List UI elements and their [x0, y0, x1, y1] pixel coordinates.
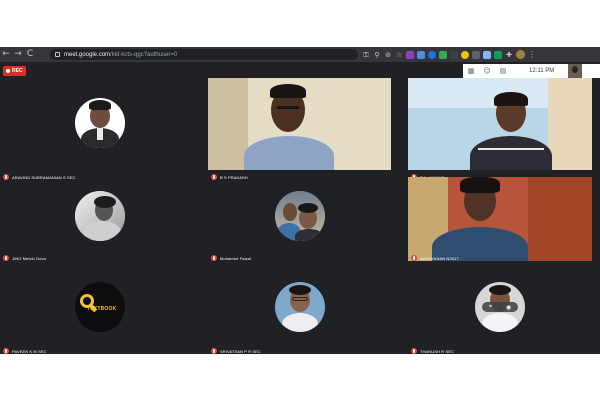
participant-label: JINO Melvin Dova — [3, 255, 46, 261]
participant-avatar — [275, 282, 325, 332]
pin-icon[interactable]: ⌖ — [489, 303, 492, 311]
back-arrow-icon[interactable]: ← — [0, 47, 12, 62]
mic-off-icon — [411, 348, 417, 354]
participant-name: JINO Melvin Dova — [12, 255, 46, 261]
meeting-time: 12:11 PM — [529, 68, 555, 74]
participant-video — [408, 177, 592, 261]
participant-name: THANUSH R SEC — [420, 348, 454, 354]
reload-icon[interactable]: C — [24, 47, 36, 62]
ext-purple-icon[interactable] — [406, 50, 414, 59]
participant-tile[interactable] — [208, 78, 391, 170]
participant-label: THANUSH R SEC — [411, 348, 454, 354]
participant-name: NARAYANAN N2017 — [420, 255, 459, 261]
participant-tile[interactable] — [0, 78, 205, 168]
recording-label: REC — [12, 68, 23, 74]
participant-label: SRIVATSAN P R SEC — [211, 348, 261, 354]
grid-layout-icon[interactable]: ▦ — [463, 64, 479, 78]
participant-avatar — [275, 191, 325, 241]
record-dot-icon — [6, 69, 10, 73]
ext-blue-icon[interactable] — [428, 50, 436, 59]
tile-hover-controls: ⌖ ◉ — [482, 302, 518, 312]
participant-name: PAVEEN K M SEC — [12, 348, 47, 354]
participant-tile[interactable] — [408, 177, 592, 261]
search-icon[interactable]: ⚲ — [373, 51, 381, 59]
participant-tile[interactable] — [408, 78, 592, 170]
participant-name: SRIVATSAN P R SEC — [220, 348, 261, 354]
participant-label: PAVEEN K M SEC — [3, 348, 47, 354]
blocked-icon[interactable]: ⊘ — [384, 51, 392, 59]
ext-calendar-icon[interactable] — [483, 50, 491, 59]
star-icon[interactable]: ☆ — [395, 51, 403, 59]
participant-tile[interactable]: TEXTBOOK — [0, 272, 205, 354]
ext-green-icon[interactable] — [439, 50, 447, 59]
participant-label: Mohamed Faizal — [211, 255, 251, 261]
url-host: meet.google.com — [64, 51, 111, 58]
participant-avatar — [75, 191, 125, 241]
mic-off-icon — [211, 255, 217, 261]
participant-tile[interactable]: ⌖ ◉ — [408, 272, 592, 354]
mic-off-icon — [411, 255, 417, 261]
puzzle-icon[interactable]: ✚ — [505, 51, 513, 59]
browser-toolbar: ← → C meet.google.com /kid-kcts-qgc?auth… — [0, 47, 600, 62]
mic-off-icon — [3, 348, 9, 354]
logo-text: TEXTBOOK — [87, 306, 117, 312]
ext-meet-icon[interactable] — [494, 50, 502, 59]
self-view-thumbnail[interactable] — [568, 64, 583, 78]
participant-avatar: TEXTBOOK — [75, 282, 125, 332]
ext-dark-icon[interactable] — [450, 50, 458, 59]
mic-off-icon — [3, 255, 9, 261]
participant-tile[interactable] — [208, 272, 391, 354]
participant-video — [408, 78, 592, 170]
mic-off-icon — [211, 348, 217, 354]
key-icon[interactable]: ⚿ — [362, 51, 370, 59]
participant-tile[interactable] — [208, 177, 391, 267]
forward-arrow-icon[interactable]: → — [12, 47, 24, 62]
ext-folder-icon[interactable] — [417, 50, 425, 59]
meeting-top-panel: ▦ ☺ ▤ 12:11 PM — [463, 64, 600, 78]
ext-cast-icon[interactable] — [472, 50, 480, 59]
participant-video — [208, 78, 391, 170]
participant-avatar — [75, 98, 125, 148]
chat-icon[interactable]: ▤ — [495, 64, 511, 78]
extensions-area: ⚿ ⚲ ⊘ ☆ ✚ ⋮ — [362, 49, 536, 60]
profile-avatar[interactable] — [516, 50, 525, 59]
browser-window: ← → C meet.google.com /kid-kcts-qgc?auth… — [0, 47, 600, 354]
menu-icon[interactable]: ⋮ — [528, 50, 536, 59]
eye-icon[interactable]: ◉ — [506, 304, 511, 311]
url-path: /kid-kcts-qgc?authuser=0 — [110, 51, 178, 58]
address-bar[interactable]: meet.google.com /kid-kcts-qgc?authuser=0 — [50, 49, 358, 60]
lock-icon — [55, 52, 60, 57]
ext-yellow-icon[interactable] — [461, 50, 469, 59]
participant-name: Mohamed Faizal — [220, 255, 251, 261]
participant-label: NARAYANAN N2017 — [411, 255, 459, 261]
participant-tile[interactable] — [0, 177, 205, 267]
recording-badge: REC — [3, 66, 26, 76]
people-icon[interactable]: ☺ — [479, 64, 495, 78]
